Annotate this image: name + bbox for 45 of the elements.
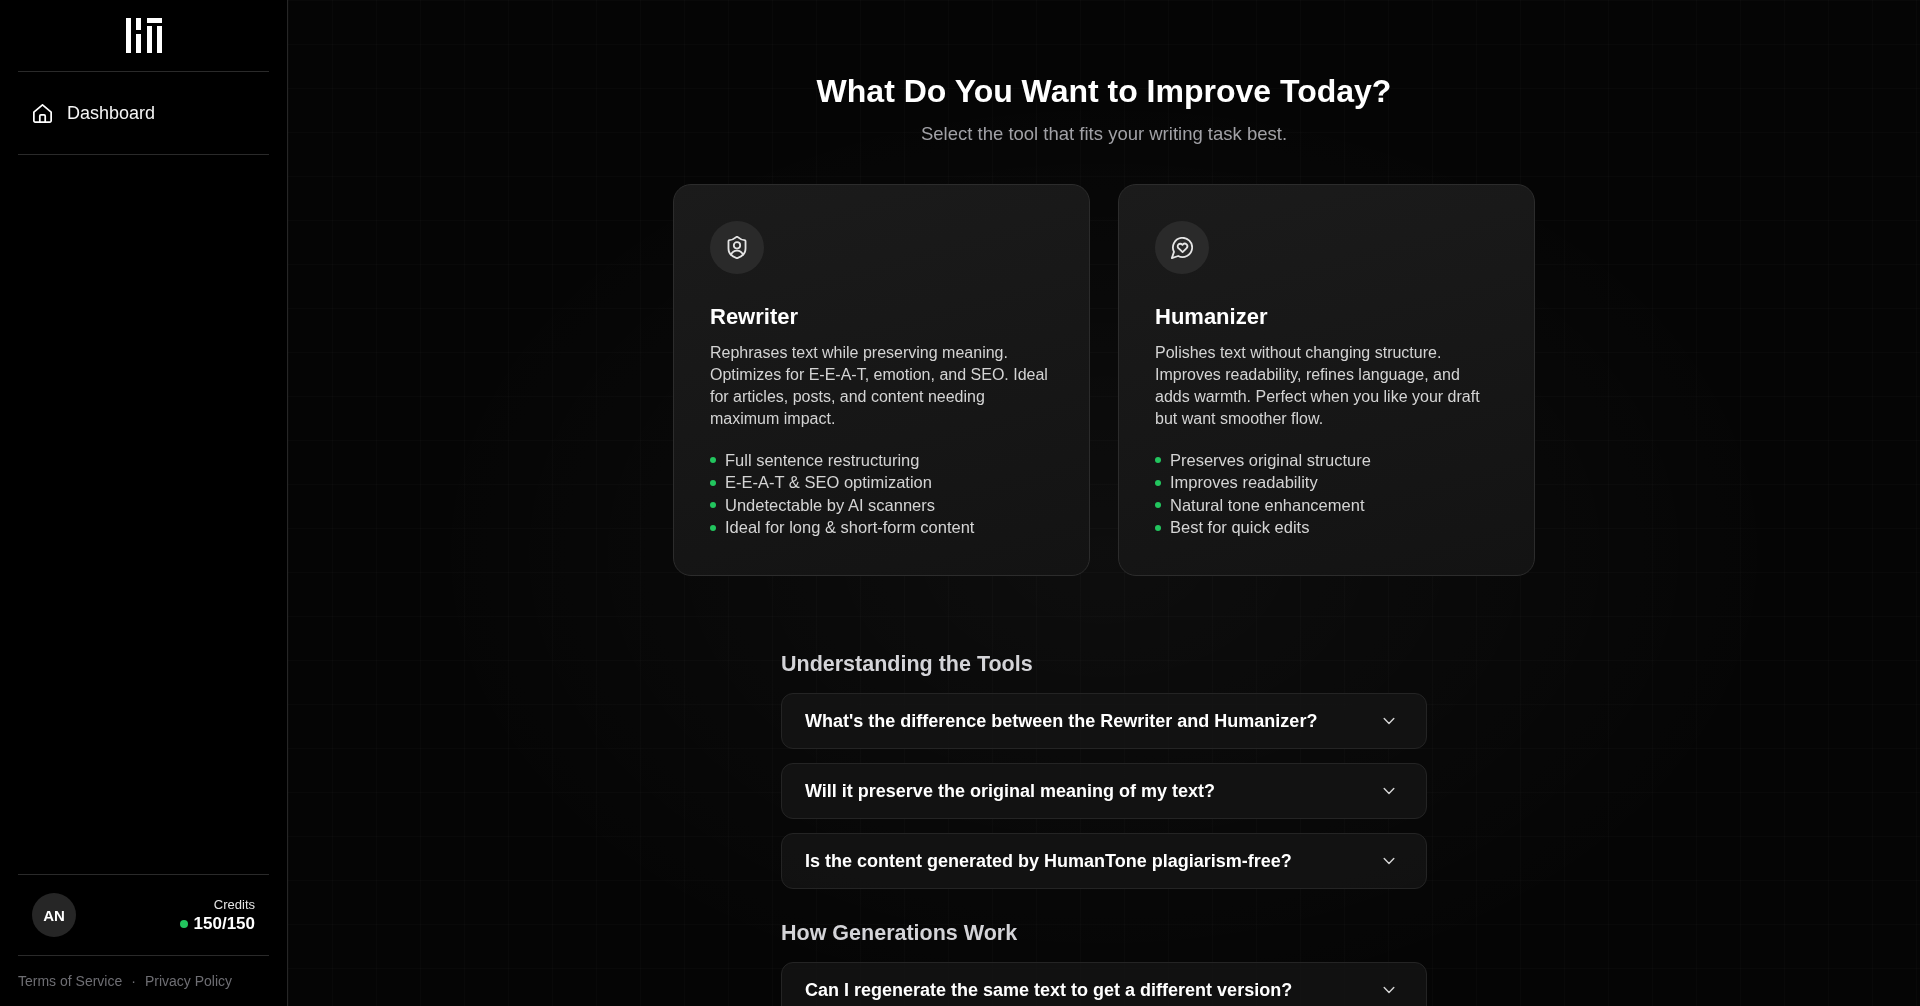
bullet-dot-icon — [710, 457, 716, 464]
bullet-dot-icon — [1155, 479, 1161, 486]
tool-card[interactable] — [673, 184, 1090, 576]
feature-text: Natural tone enhancement — [1170, 495, 1365, 515]
chevron-icon — [1382, 787, 1396, 795]
chevron-icon — [1382, 717, 1396, 725]
avatar[interactable]: AN — [32, 893, 76, 937]
nav-item[interactable]: Dashboard — [18, 90, 269, 136]
chevron-icon — [1382, 986, 1396, 994]
footer-link[interactable]: Privacy Policy — [144, 973, 233, 989]
feature-text: Preserves original structure — [1170, 450, 1371, 470]
feature-text: E-E-A-T & SEO optimization — [725, 473, 932, 493]
bullet-dot-icon — [1155, 502, 1161, 509]
home-icon — [33, 103, 52, 123]
faq-question[interactable]: Will it preserve the original meaning of my text? — [781, 763, 1427, 819]
card-title: Rewriter — [710, 303, 800, 331]
card-description: Polishes text without changing structure. Improves readability, refines language, and adds warmth. Perfect when you like your draft but want smoother flow. — [1155, 343, 1481, 429]
feature-text: Full sentence restructuring — [725, 450, 920, 470]
feature-text: Undetectable by AI scanners — [725, 495, 936, 515]
bullet-dot-icon — [710, 502, 716, 509]
card-title: Humanizer — [1155, 303, 1269, 331]
faq-question[interactable]: What's the difference between the Rewriter and Humanizer? — [781, 693, 1427, 749]
section-heading: Understanding the Tools — [781, 651, 1034, 678]
bullet-dot-icon — [710, 479, 716, 486]
feature-text: Ideal for long & short-form content — [725, 518, 975, 538]
bullet-dot-icon — [1155, 457, 1161, 464]
page-subtitle: Select the tool that fits your writing task best. — [920, 124, 1288, 144]
page-title: What Do You Want to Improve Today? — [816, 73, 1392, 110]
faq-question[interactable]: Can I regenerate the same text to get a different version? — [781, 962, 1427, 1006]
tool-card[interactable] — [1118, 184, 1535, 576]
credits-label: Credits — [213, 896, 255, 912]
status-dot-icon — [179, 919, 188, 928]
credits-value: 150/150 — [193, 913, 255, 934]
chevron-icon — [1382, 857, 1396, 865]
feature-text: Improves readability — [1170, 473, 1318, 493]
bullet-dot-icon — [710, 524, 716, 531]
bullet-dot-icon — [1155, 524, 1161, 531]
footer-link[interactable]: Terms of Service — [18, 973, 123, 989]
section-heading: How Generations Work — [781, 920, 1019, 947]
link-separator: · — [131, 973, 136, 989]
faq-question[interactable]: Is the content generated by HumanTone plagiarism-free? — [781, 833, 1427, 889]
feature-text: Best for quick edits — [1170, 518, 1310, 538]
shield-user-icon — [710, 221, 764, 274]
card-description: Rephrases text while preserving meaning. Optimizes for E-E-A-T, emotion, and SEO. Ideal for articles, posts, and content needing maximum impact. — [710, 343, 1049, 429]
logo-icon — [125, 18, 162, 53]
